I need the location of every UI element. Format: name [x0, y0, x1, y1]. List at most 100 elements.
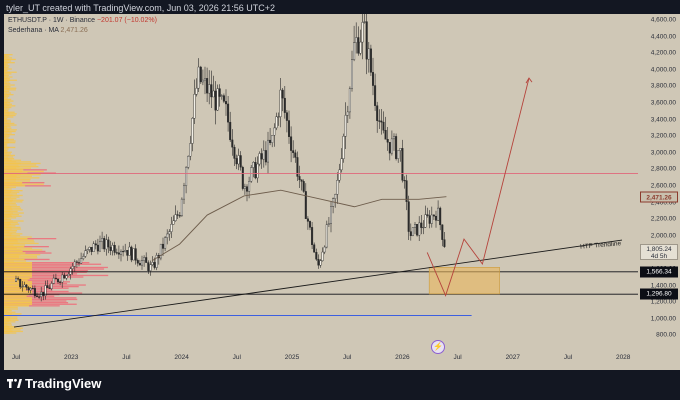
ma-name[interactable]: Sederhana · MA [8, 27, 59, 34]
candle-body [172, 220, 175, 225]
volume-profile-bar [4, 252, 26, 254]
volume-profile-bar [4, 148, 7, 150]
htf-trendline[interactable] [13, 239, 623, 328]
volume-profile-bar [4, 318, 11, 320]
price-tick: 4,400.00 [650, 33, 676, 41]
chart-pane[interactable]: ETHUSDT.P · 1W · Binance −201.07 (−10.02… [4, 14, 638, 350]
volume-profile-bar [4, 167, 17, 169]
candle-body [285, 112, 288, 121]
candle-body [151, 262, 154, 265]
volume-profile-bar [4, 265, 32, 267]
volume-profile-bar [4, 204, 10, 206]
ma-legend[interactable]: Sederhana · MA 2,471.26 [8, 27, 88, 34]
volume-profile-bar [4, 303, 32, 305]
price-tick: 2,800.00 [650, 165, 676, 173]
volume-profile-bar [4, 194, 13, 197]
volume-profile-bar [4, 81, 7, 83]
candle-body [376, 105, 379, 121]
volume-profile-bar [4, 58, 10, 61]
time-tick: 2028 [615, 354, 631, 361]
candle-body [161, 243, 164, 249]
candle-body [111, 245, 114, 251]
volume-profile-bar [4, 201, 13, 203]
volume-profile-bar [4, 297, 32, 299]
symbol-legend[interactable]: ETHUSDT.P · 1W · Binance −201.07 (−10.02… [8, 17, 157, 24]
price-tick: 2,000.00 [650, 232, 676, 240]
candle-body [92, 243, 95, 252]
symbol-label[interactable]: ETHUSDT.P · 1W · Binance [8, 17, 95, 24]
volume-profile-bar [4, 60, 8, 62]
candle-body [369, 48, 372, 73]
time-tick: Jul [11, 354, 21, 361]
volume-profile-bar [4, 54, 8, 56]
candle-body [59, 281, 62, 283]
candle-body [258, 153, 261, 165]
candle-body [309, 221, 312, 228]
chart-canvas[interactable] [4, 14, 638, 350]
volume-profile-bar [4, 73, 8, 75]
screenshot-frame: tyler_UT created with TradingView.com, J… [0, 0, 680, 400]
candle-body [170, 224, 173, 232]
volume-profile-bar [4, 180, 16, 182]
candle-body [252, 162, 255, 168]
candle-body [27, 287, 30, 291]
volume-profile-bar [4, 97, 6, 99]
candle-body [317, 259, 320, 266]
time-axis[interactable]: Jul 2023 Jul 2024 Jul 2025 Jul 2026 Jul 2027 Jul 20… [4, 350, 680, 370]
price-tick: 3,200.00 [650, 132, 676, 140]
candle-body [351, 59, 354, 89]
volume-profile-bar [4, 126, 7, 128]
candle-body [31, 288, 34, 290]
volume-profile-bar [4, 302, 32, 304]
volume-profile-bar [4, 86, 7, 88]
candle-body [168, 231, 171, 235]
volume-profile-bar [4, 313, 12, 315]
candle-body [355, 37, 358, 43]
volume-profile-bar [4, 135, 7, 137]
volume-profile-bar [4, 105, 10, 107]
candle-body [378, 120, 381, 122]
candle-body [98, 241, 101, 252]
candle-body [182, 185, 185, 200]
price-axis[interactable]: 4,600.00 4,400.00 4,200.00 4,000.00 3,800.00… [638, 14, 680, 350]
demand-zone[interactable] [428, 267, 500, 295]
candle-body [367, 48, 370, 60]
volume-profile-bar [4, 79, 10, 81]
time-tick: 2023 [63, 354, 79, 361]
volume-profile-bar [4, 266, 32, 269]
projection-path[interactable] [426, 77, 530, 297]
candle-body [298, 176, 301, 180]
volume-profile-bar [4, 226, 12, 229]
candle-body [426, 214, 429, 216]
candle-body [359, 41, 362, 54]
volume-profile-bar [4, 161, 17, 163]
candle-body [384, 130, 387, 140]
candle-body [325, 224, 328, 248]
volume-profile-bar [4, 166, 20, 168]
tradingview-logo-icon[interactable] [7, 377, 22, 389]
volume-profile-bar [4, 129, 10, 131]
current-price-value: 1,805.24 [646, 245, 672, 253]
candle-body [222, 95, 225, 102]
candle-body [321, 251, 324, 261]
price-tick: 4,600.00 [650, 16, 676, 24]
volume-profile-bar [4, 164, 19, 166]
candle-body [271, 135, 274, 143]
volume-profile-bar [4, 92, 8, 94]
candle-body [86, 249, 89, 251]
volume-profile-bar [4, 258, 25, 261]
candle-body [290, 136, 293, 151]
candle-body [126, 250, 129, 256]
candle-body [229, 121, 232, 141]
volume-profile-bar [4, 236, 17, 238]
volume-profile-bar [4, 103, 8, 105]
candle-body [174, 214, 177, 221]
candle-body [166, 233, 169, 238]
candle-body [245, 186, 248, 192]
volume-profile-bar [4, 66, 7, 69]
volume-profile-bar [4, 295, 27, 297]
tradingview-brand[interactable]: TradingView [25, 376, 101, 391]
lightning-icon[interactable]: ⚡ [431, 340, 445, 354]
candle-body [210, 84, 213, 98]
candle-body [327, 223, 330, 225]
